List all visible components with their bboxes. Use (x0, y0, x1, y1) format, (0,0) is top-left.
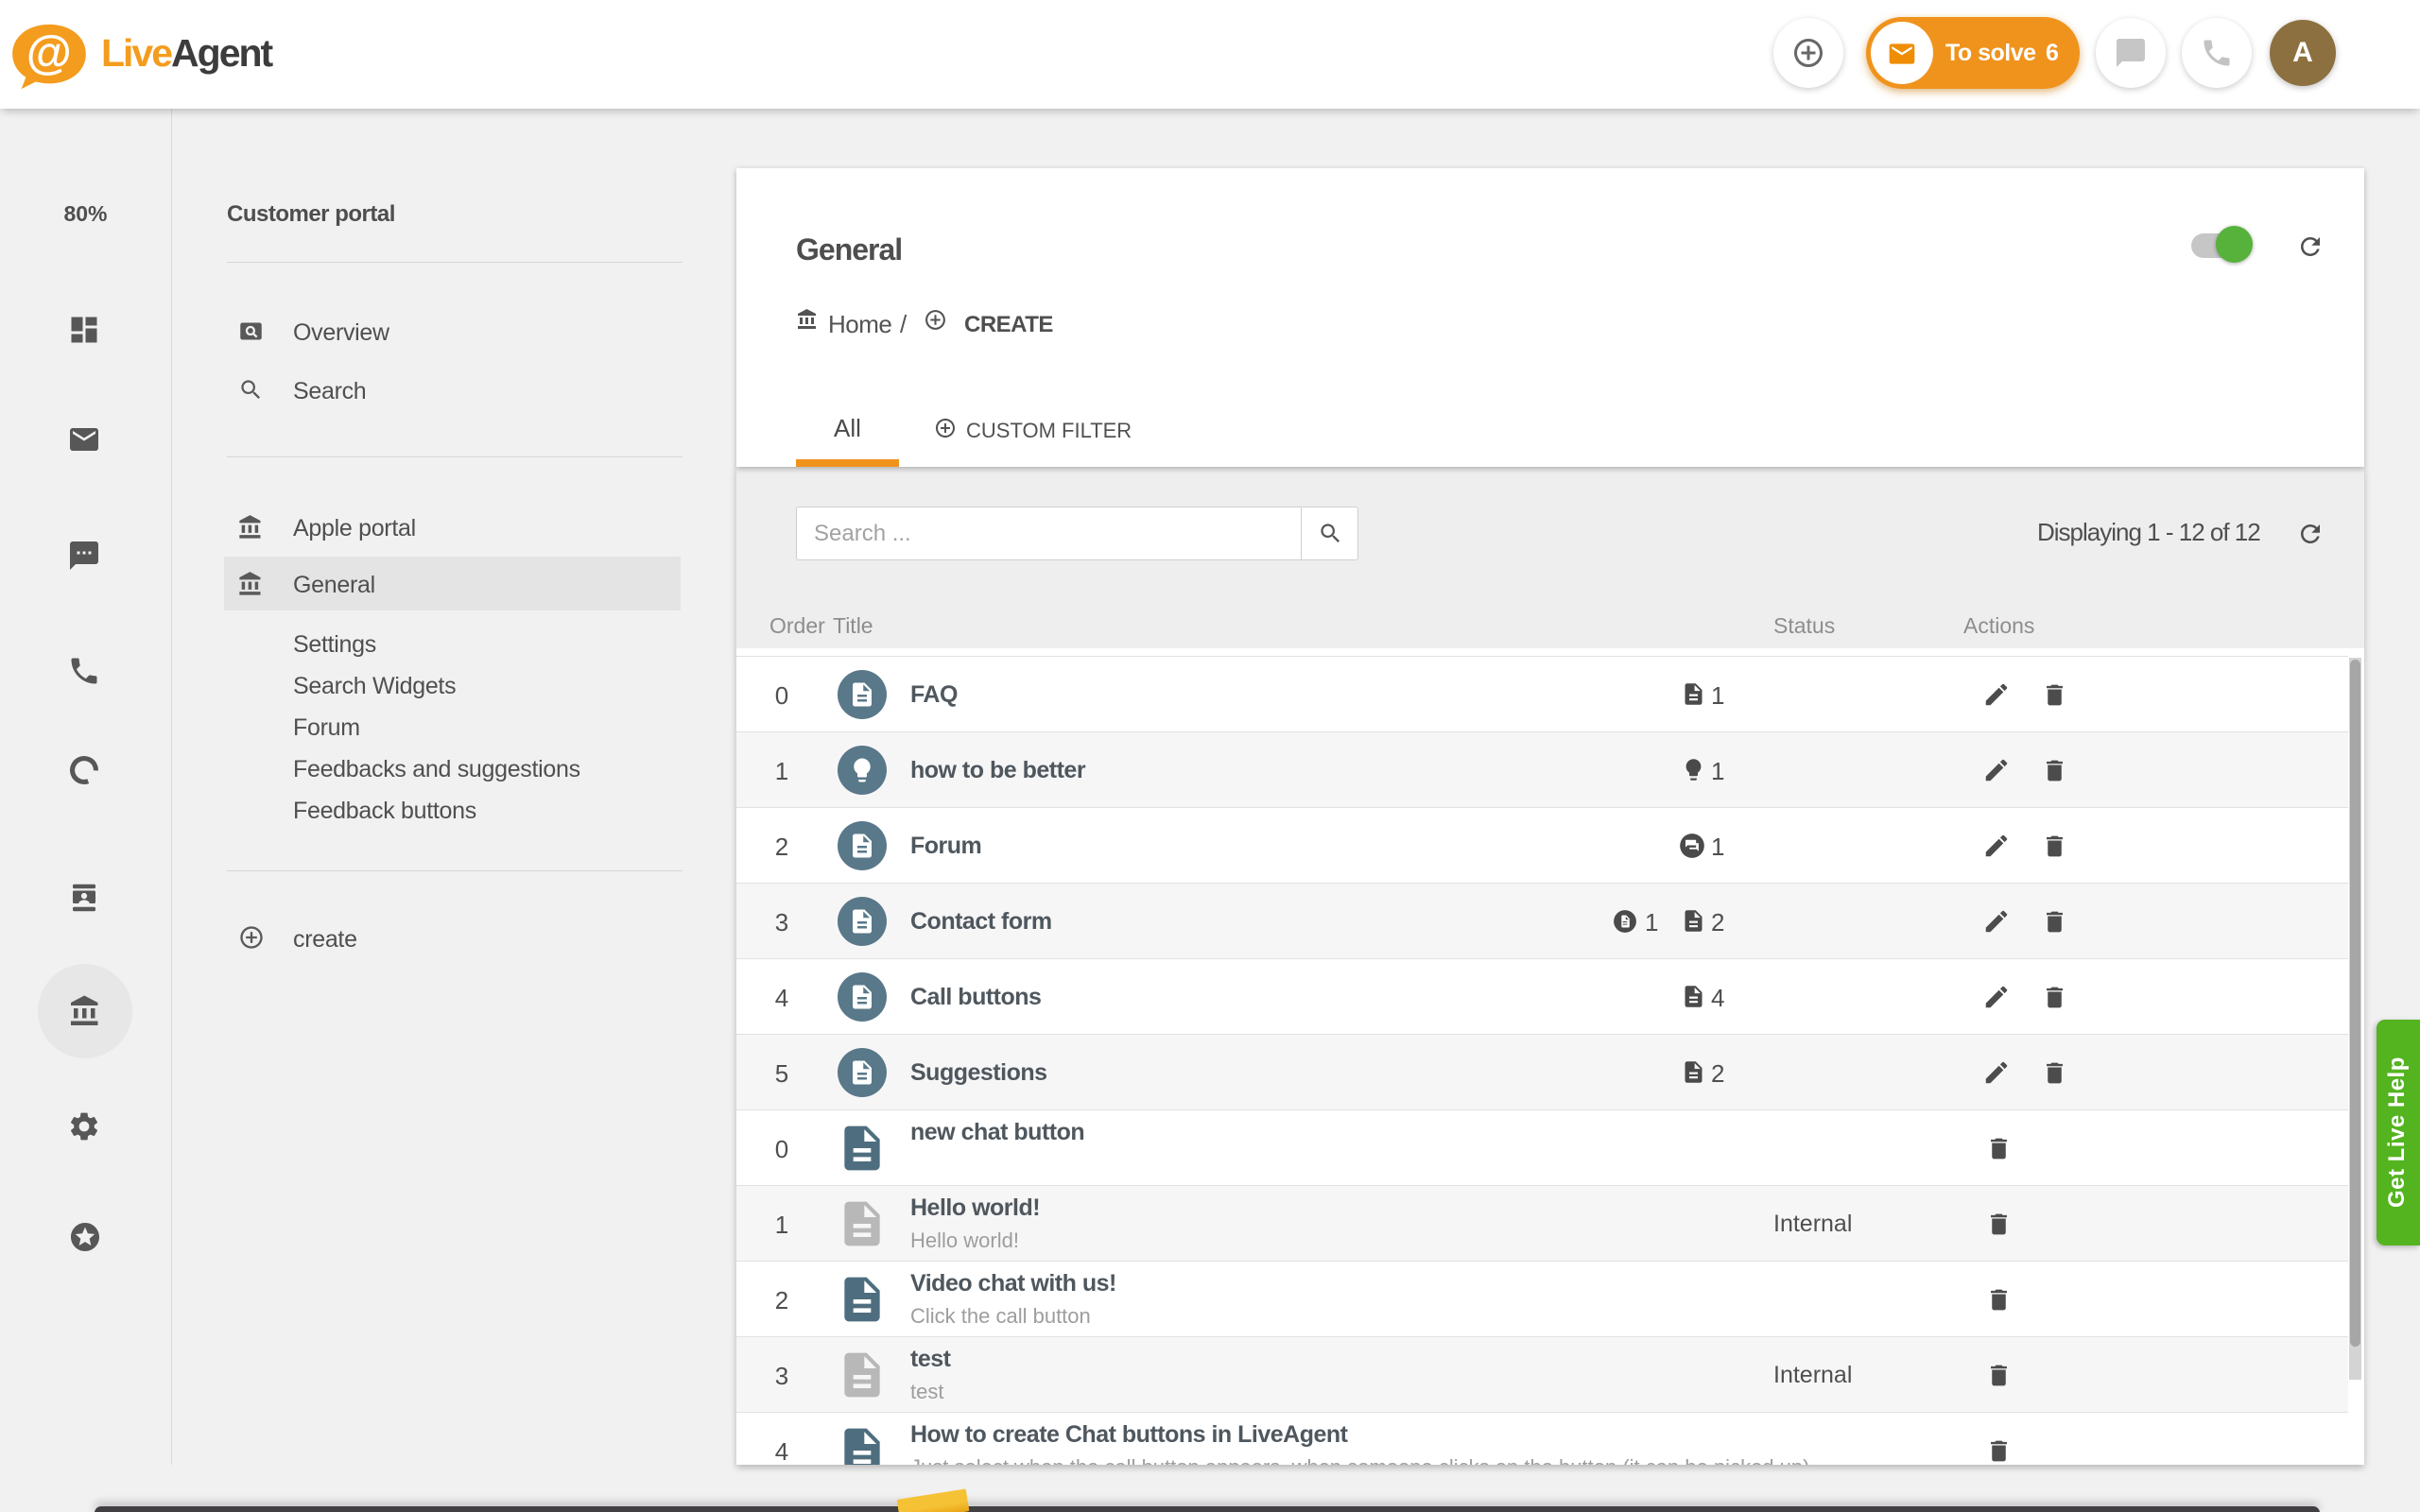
svg-text:@: @ (26, 26, 71, 78)
